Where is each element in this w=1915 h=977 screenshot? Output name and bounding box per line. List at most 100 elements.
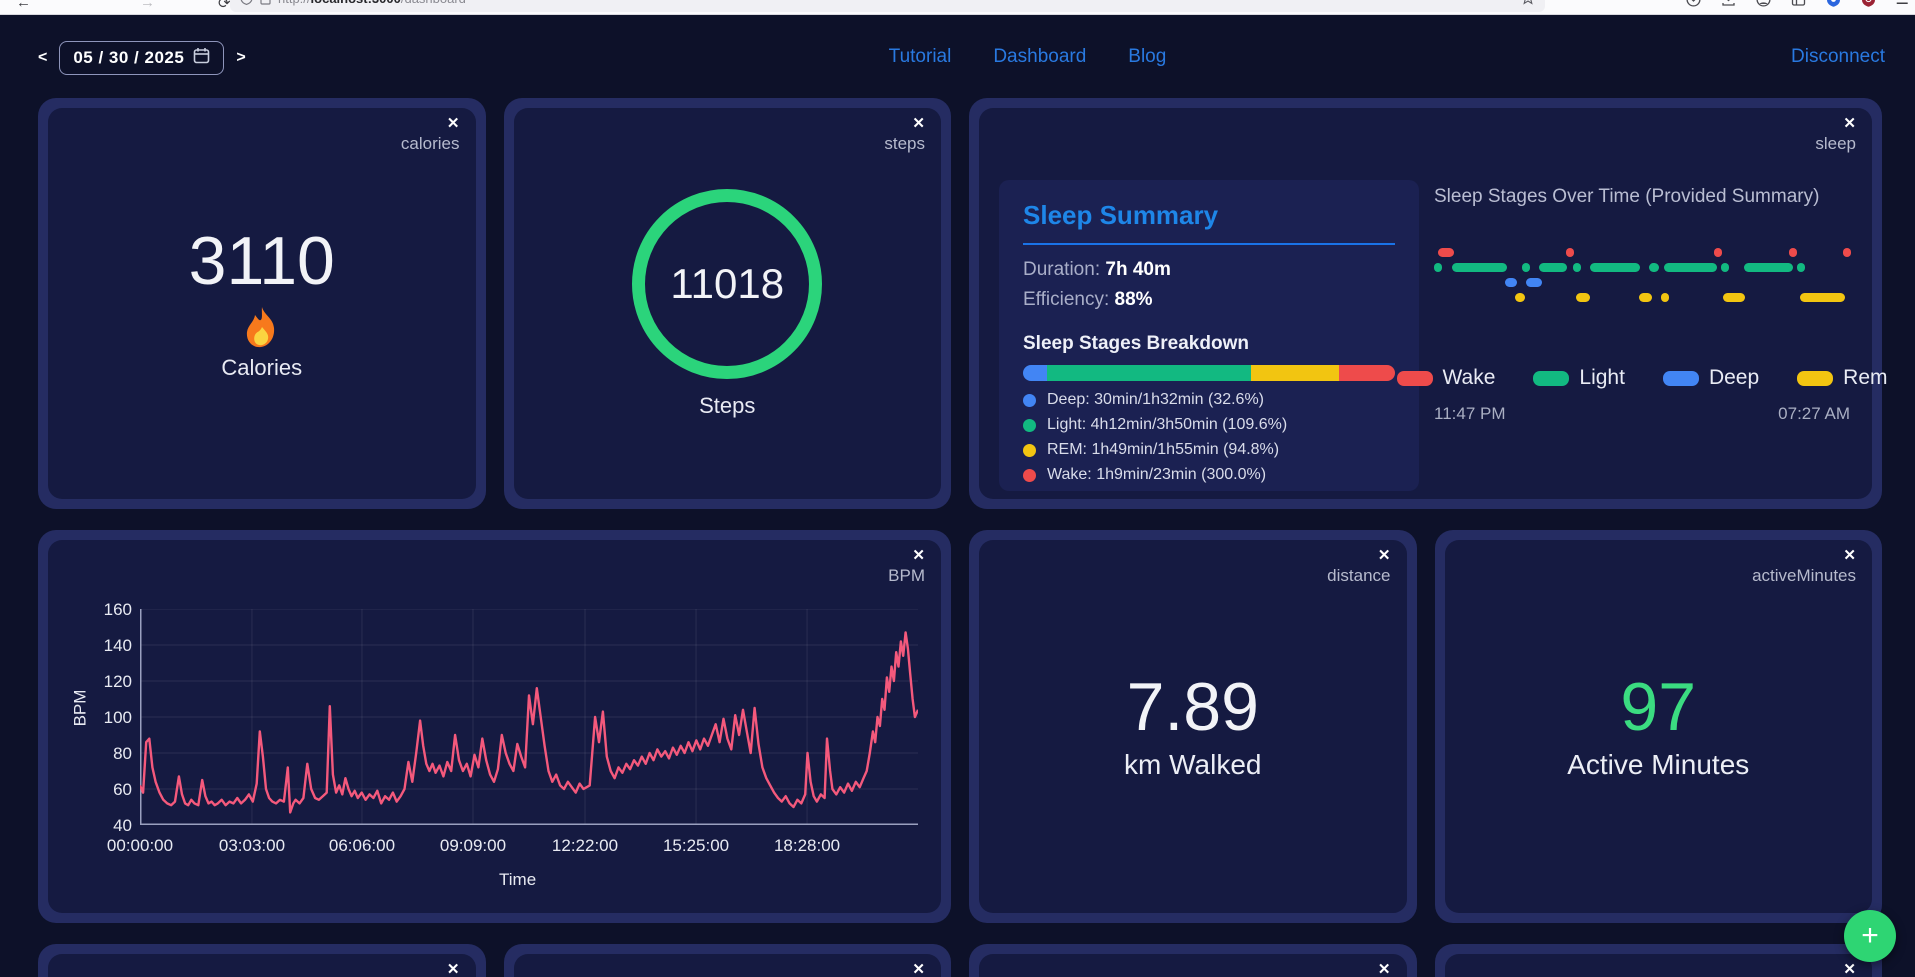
- breakdown-legend-row-deep: Deep: 30min/1h32min (32.6%): [1023, 391, 1395, 409]
- bpm-x-tick-03:03:00: 03:03:00: [218, 836, 286, 855]
- hypnogram-legend-item-light: Light: [1533, 366, 1625, 390]
- date-picker[interactable]: 05 / 30 / 2025: [59, 41, 225, 75]
- url-text: http://localhost:3000/dashboard: [278, 0, 466, 6]
- hypnogram-segment-light: [1720, 263, 1729, 272]
- legend-text: REM: 1h49min/1h55min (94.8%): [1047, 441, 1280, 458]
- close-icon[interactable]: ✕: [1843, 962, 1856, 977]
- hypnogram-segment-rem: [1722, 293, 1745, 302]
- bottom-card-wrapper-4[interactable]: ✕: [1434, 944, 1882, 977]
- legend-dot-icon: [1023, 418, 1036, 432]
- nav-link-tutorial[interactable]: Tutorial: [889, 46, 952, 68]
- password-manager-icon[interactable]: [1826, 0, 1841, 7]
- bpm-x-tick-09:09:00: 09:09:00: [439, 836, 507, 855]
- legend-label: Wake: [1442, 366, 1496, 389]
- bookmark-star-icon[interactable]: [1521, 0, 1535, 5]
- account-icon[interactable]: [1756, 0, 1771, 7]
- close-icon[interactable]: ✕: [1378, 548, 1391, 564]
- close-icon[interactable]: ✕: [912, 962, 925, 977]
- downloads-icon[interactable]: [1721, 0, 1736, 7]
- reload-icon[interactable]: ⟳: [218, 0, 231, 12]
- close-icon[interactable]: ✕: [912, 116, 925, 132]
- hypnogram-segment-light: [1572, 263, 1581, 272]
- hypnogram-legend-item-wake: Wake: [1396, 366, 1496, 390]
- pocket-icon[interactable]: [1686, 0, 1701, 7]
- bpm-x-tick-00:00:00: 00:00:00: [106, 836, 174, 855]
- distance-card-wrapper[interactable]: ✕ distance 7.89 km Walked: [969, 530, 1417, 923]
- hypnogram-segment-rem: [1660, 293, 1669, 302]
- hypnogram-segment-wake: [1842, 248, 1851, 257]
- add-widget-button[interactable]: +: [1844, 910, 1896, 962]
- hypnogram-title: Sleep Stages Over Time (Provided Summary…: [1434, 186, 1820, 207]
- close-icon[interactable]: ✕: [1843, 548, 1856, 564]
- bpm-x-tick-18:28:00: 18:28:00: [773, 836, 841, 855]
- menu-icon[interactable]: ☰: [1896, 0, 1909, 7]
- legend-pill-icon: [1396, 370, 1433, 386]
- legend-pill-icon: [1662, 370, 1699, 386]
- hypnogram-segment-light: [1648, 263, 1660, 272]
- hypnogram-segment-light: [1451, 263, 1508, 272]
- prev-day-button[interactable]: <: [38, 49, 47, 67]
- close-icon[interactable]: ✕: [912, 548, 925, 564]
- disconnect-link[interactable]: Disconnect: [1791, 46, 1885, 68]
- bottom-card-wrapper-1[interactable]: ✕: [38, 944, 486, 977]
- close-icon[interactable]: ✕: [1843, 116, 1856, 132]
- bpm-x-axis-title: Time: [499, 870, 537, 889]
- hypnogram-legend-item-rem: Rem: [1797, 366, 1888, 390]
- active-minutes-card-wrapper[interactable]: ✕ activeMinutes 97 Active Minutes: [1434, 530, 1882, 923]
- bpm-line-series: [138, 631, 920, 814]
- adblock-shield-icon[interactable]: [1861, 0, 1876, 7]
- next-day-button[interactable]: >: [236, 49, 245, 67]
- legend-pill-icon: [1533, 370, 1570, 386]
- sleep-breakdown-legend: Deep: 30min/1h32min (32.6%) Light: 4h12mi…: [1023, 391, 1395, 484]
- calories-label: Calories: [221, 354, 303, 380]
- nav-link-blog[interactable]: Blog: [1128, 46, 1166, 68]
- close-icon[interactable]: ✕: [447, 116, 460, 132]
- sleep-stages-stacked-bar: [1023, 365, 1395, 381]
- card-type-label: sleep: [1815, 134, 1856, 153]
- sleep-summary-panel: Sleep Summary Duration: 7h 40m Efficienc…: [999, 180, 1419, 491]
- sleep-duration: Duration: 7h 40m: [1023, 259, 1171, 280]
- close-icon[interactable]: ✕: [1378, 962, 1391, 977]
- bpm-card-wrapper[interactable]: ✕ BPM BPM 160 140 120 100 80 60 40 00:00:00 03:…: [38, 530, 951, 923]
- card-type-label: distance: [1327, 566, 1391, 585]
- page-info-icon[interactable]: [260, 0, 271, 5]
- hypnogram-segment-rem: [1576, 293, 1591, 302]
- calories-value: 3110: [188, 223, 335, 300]
- bottom-card-2: ✕: [513, 954, 941, 977]
- sleep-card-wrapper[interactable]: ✕ sleep Sleep Summary Duration: 7h 40m E…: [969, 98, 1888, 509]
- hypnogram-rows: [1434, 248, 1851, 306]
- calories-card: ✕ calories 3110 Calories: [48, 108, 476, 499]
- stacked-bar-segment-rem: [1251, 365, 1340, 381]
- hypnogram-segment-deep: [1526, 278, 1543, 287]
- url-bar[interactable]: http://localhost:3000/dashboard: [230, 0, 1545, 12]
- bpm-x-tick-15:25:00: 15:25:00: [662, 836, 730, 855]
- nav-link-dashboard[interactable]: Dashboard: [993, 46, 1086, 68]
- flame-icon: [244, 306, 280, 355]
- hypnogram-segment-light: [1434, 263, 1442, 272]
- sidebar-icon[interactable]: [1791, 0, 1806, 7]
- legend-label: Deep: [1708, 366, 1760, 389]
- legend-dot-icon: [1023, 393, 1036, 407]
- stacked-bar-segment-wake: [1339, 365, 1395, 381]
- legend-label: Light: [1579, 366, 1625, 389]
- bpm-y-tick-160: 160: [103, 600, 132, 619]
- sleep-hypnogram: Sleep Stages Over Time (Provided Summary…: [1396, 186, 1888, 491]
- hypnogram-start-time: 11:47 PM: [1434, 404, 1506, 423]
- back-icon[interactable]: ←: [16, 0, 31, 11]
- calendar-icon[interactable]: [193, 47, 210, 69]
- steps-card: ✕ steps 11018 Steps: [513, 108, 941, 499]
- sleep-efficiency: Efficiency: 88%: [1023, 289, 1153, 310]
- legend-text: Wake: 1h9min/23min (300.0%): [1047, 466, 1267, 483]
- steps-card-wrapper[interactable]: ✕ steps 11018 Steps: [503, 98, 951, 509]
- close-icon[interactable]: ✕: [447, 962, 460, 977]
- sleep-efficiency-value: 88%: [1114, 289, 1153, 310]
- hypnogram-time-range: 11:47 PM 07:27 AM: [1434, 404, 1850, 424]
- bottom-card-wrapper-3[interactable]: ✕: [969, 944, 1417, 977]
- hypnogram-legend: Wake Light Deep Rem: [1396, 366, 1888, 390]
- forward-icon[interactable]: →: [140, 0, 155, 11]
- calories-card-wrapper[interactable]: ✕ calories 3110 Calories: [38, 98, 486, 509]
- distance-card: ✕ distance 7.89 km Walked: [979, 540, 1407, 913]
- steps-label: Steps: [699, 392, 756, 418]
- bottom-card-wrapper-2[interactable]: ✕: [503, 944, 951, 977]
- card-type-label: BPM: [888, 566, 925, 585]
